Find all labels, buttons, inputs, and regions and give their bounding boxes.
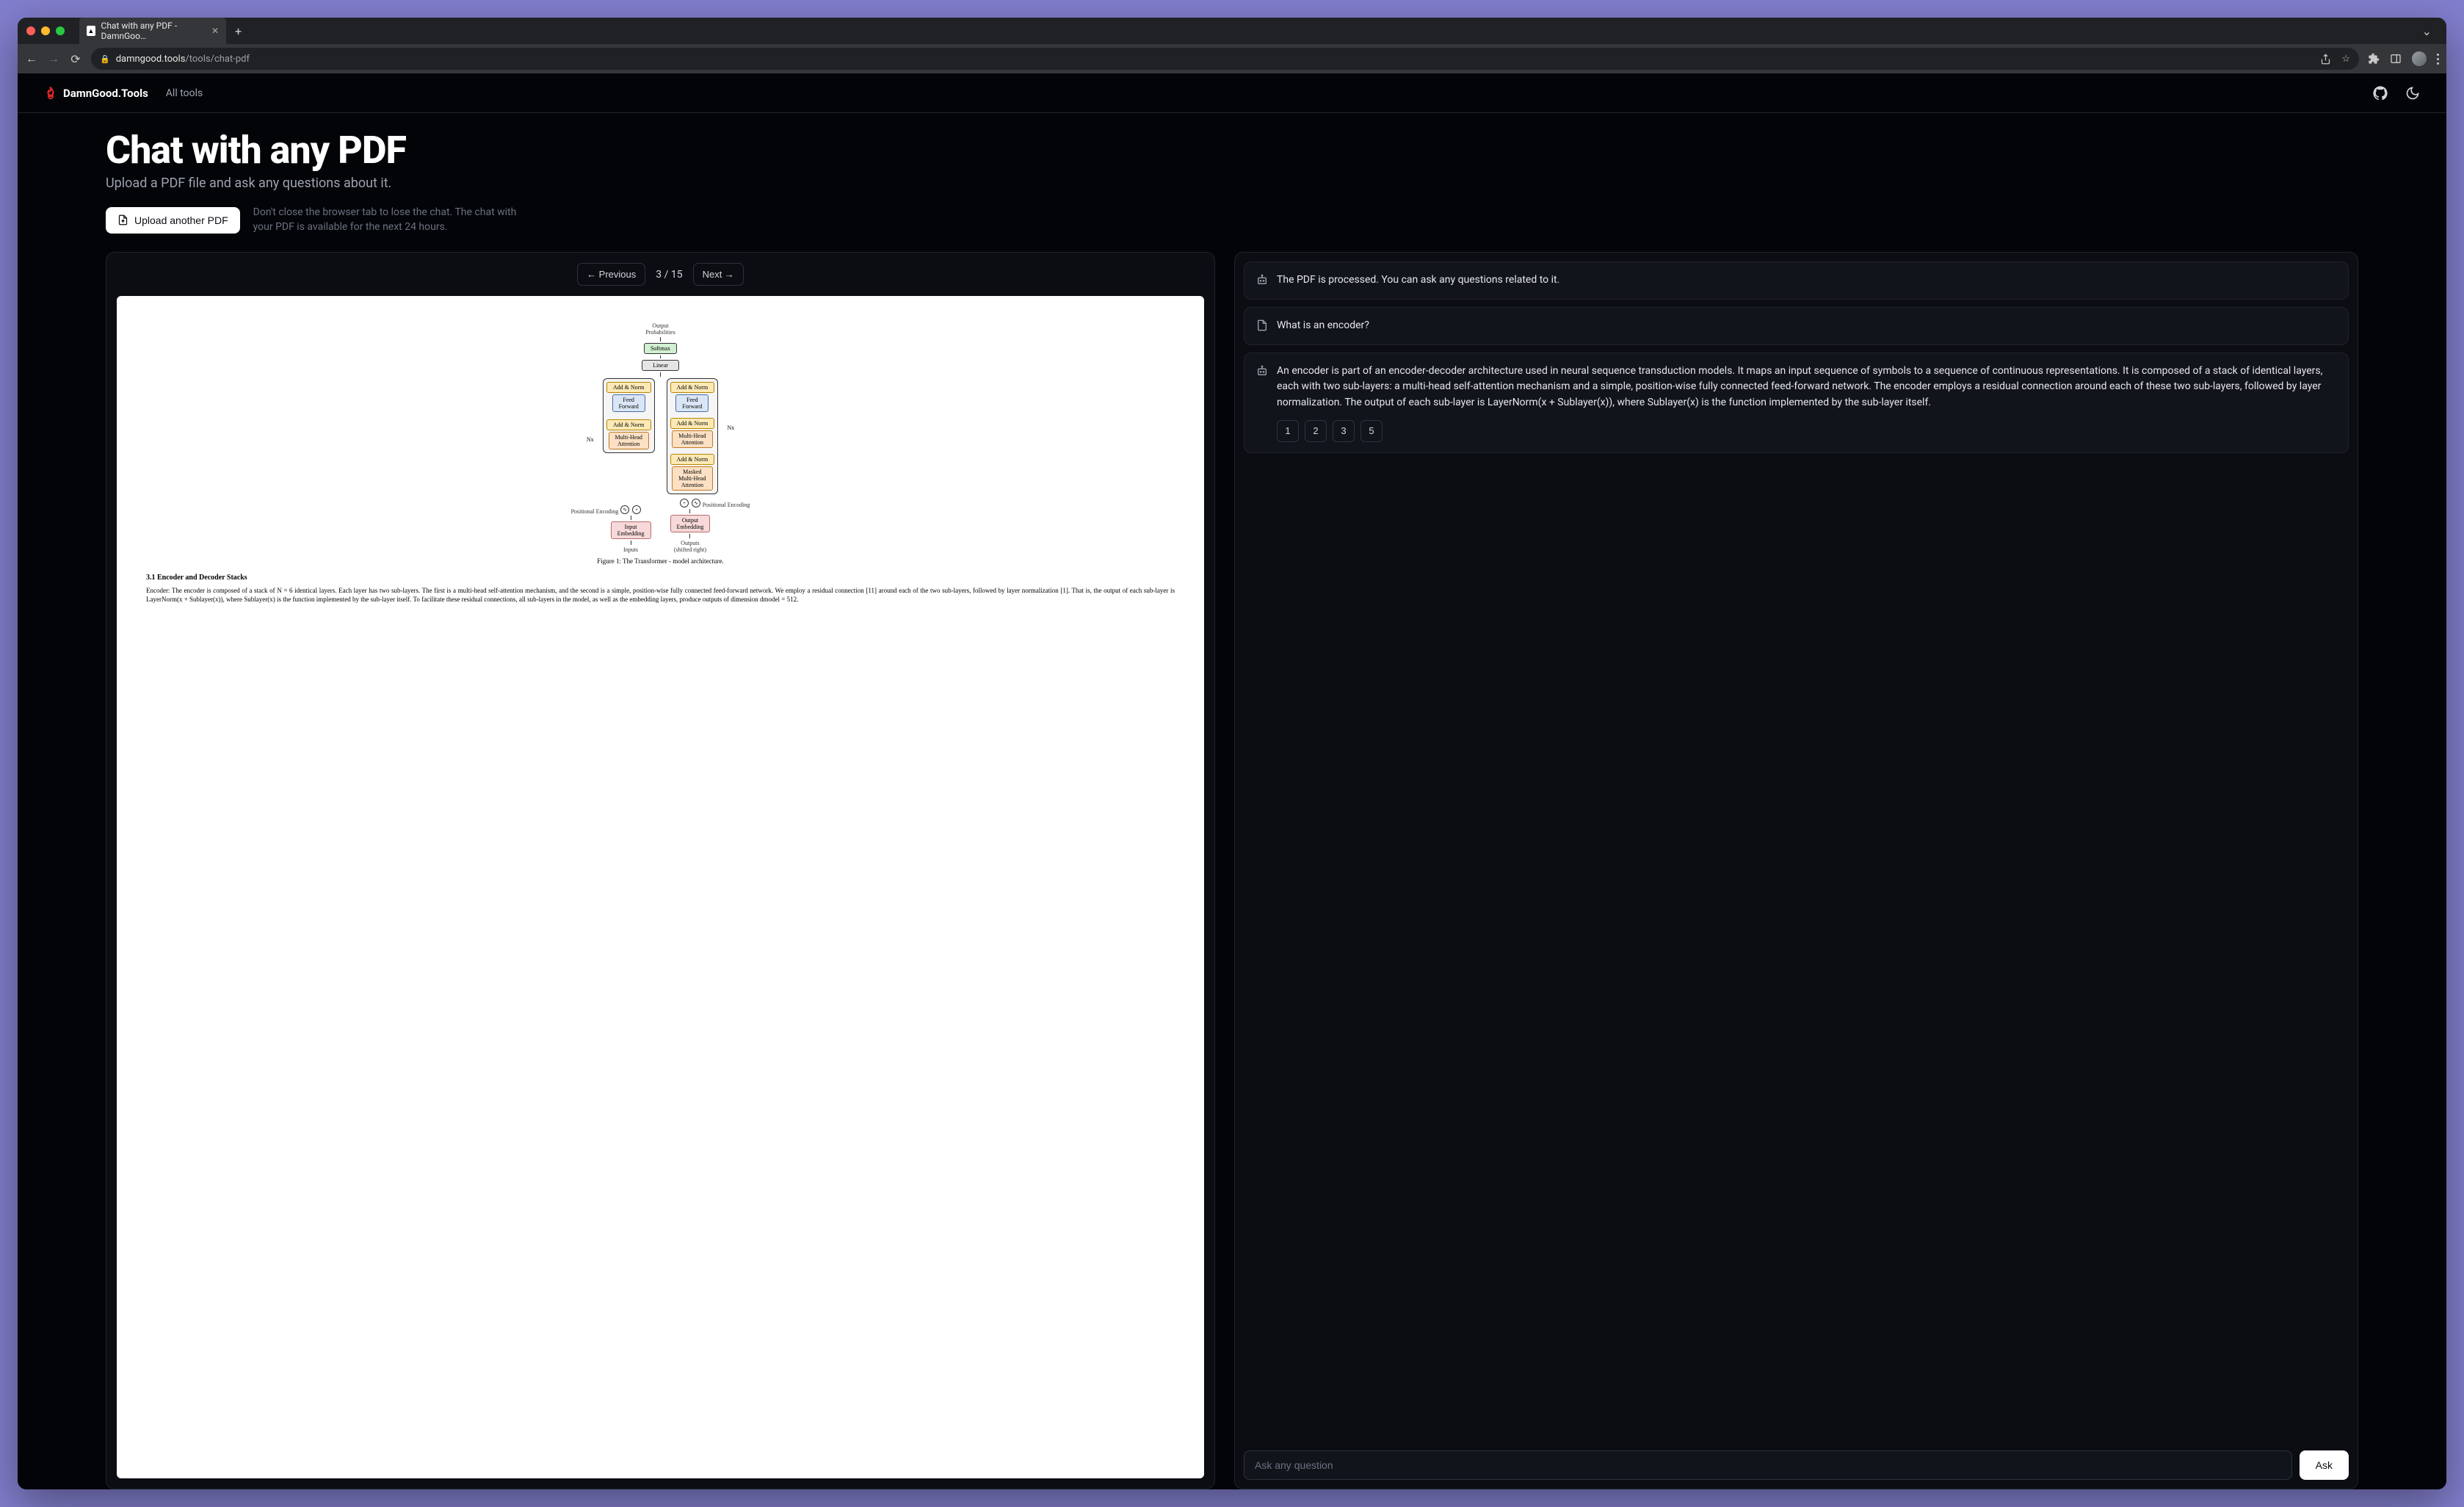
chat-input[interactable] — [1244, 1450, 2292, 1480]
bot-icon — [1256, 365, 1268, 377]
brand[interactable]: DamnGood.Tools — [44, 87, 148, 100]
extensions-icon[interactable] — [2368, 53, 2380, 65]
flame-icon — [44, 87, 57, 100]
prev-page-button[interactable]: ← Previous — [577, 263, 645, 286]
tabs-dropdown-icon[interactable]: ⌄ — [2416, 24, 2438, 38]
theme-toggle-icon[interactable] — [2405, 86, 2420, 101]
titlebar: ▲ Chat with any PDF - DamnGoo… ✕ + ⌄ — [18, 18, 2446, 44]
upload-button-label: Upload another PDF — [134, 214, 228, 226]
url-domain: damngood.tools — [116, 54, 186, 65]
section-title: 3.1 Encoder and Decoder Stacks — [146, 574, 1175, 582]
message-text: The PDF is processed. You can ask any qu… — [1277, 272, 2336, 289]
page-indicator: 3 / 15 — [656, 269, 682, 281]
user-message: What is an encoder? — [1244, 307, 2349, 345]
brand-text: DamnGood.Tools — [63, 87, 148, 100]
pdf-body-text: Encoder: The encoder is composed of a st… — [146, 586, 1175, 604]
diagram-linear: Linear — [642, 360, 679, 371]
transformer-diagram: Output Probabilities Softmax Linear Nx — [146, 322, 1175, 553]
nav-all-tools[interactable]: All tools — [166, 87, 203, 99]
chat-panel: The PDF is processed. You can ask any qu… — [1234, 252, 2358, 1489]
bot-message: An encoder is part of an encoder-decoder… — [1244, 353, 2349, 453]
pos-enc-circle: ∿ — [692, 499, 700, 507]
hero: Chat with any PDF Upload a PDF file and … — [106, 128, 2358, 191]
share-icon[interactable] — [2320, 54, 2331, 65]
page-subtitle: Upload a PDF file and ask any questions … — [106, 176, 2358, 191]
message-text: An encoder is part of an encoder-decoder… — [1277, 364, 2336, 411]
panels: ← Previous 3 / 15 Next → Output Probabil… — [106, 252, 2358, 1489]
diagram-nx-left: Nx — [587, 436, 594, 443]
diagram-output-emb: Output Embedding — [670, 515, 711, 532]
nav-reload-icon[interactable]: ⟳ — [69, 52, 82, 65]
chat-input-row: Ask — [1242, 1446, 2350, 1481]
citation-button[interactable]: 2 — [1305, 420, 1327, 442]
omnibox[interactable]: 🔒 damngood.tools/tools/chat-pdf ☆ — [91, 48, 2359, 70]
citation-button[interactable]: 5 — [1360, 420, 1383, 442]
nav-forward-icon[interactable]: → — [47, 52, 60, 65]
decoder-stack: Add & Norm Feed Forward Add & Norm Multi… — [667, 378, 719, 494]
window-close-icon[interactable] — [26, 26, 35, 35]
page-container: Chat with any PDF Upload a PDF file and … — [18, 113, 2446, 1489]
favicon-icon: ▲ — [87, 26, 95, 36]
browser-toolbar: ← → ⟳ 🔒 damngood.tools/tools/chat-pdf ☆ — [18, 44, 2446, 73]
url-path: /tools/chat-pdf — [185, 54, 250, 65]
tab-title: Chat with any PDF - DamnGoo… — [101, 21, 203, 41]
bot-icon — [1256, 274, 1268, 286]
upload-row: Upload another PDF Don't close the brows… — [106, 206, 2358, 234]
nav-back-icon[interactable]: ← — [25, 52, 38, 65]
ask-button[interactable]: Ask — [2300, 1450, 2349, 1480]
window-maximize-icon[interactable] — [56, 26, 65, 35]
chat-messages: The PDF is processed. You can ask any qu… — [1242, 260, 2350, 454]
profile-avatar[interactable] — [2412, 51, 2427, 66]
document-icon — [1256, 319, 1268, 331]
file-icon — [117, 214, 128, 225]
lock-icon: 🔒 — [100, 54, 110, 64]
citation-button[interactable]: 1 — [1277, 420, 1299, 442]
next-page-button[interactable]: Next → — [693, 263, 744, 286]
citations: 1235 — [1277, 420, 2336, 442]
browser-window: ▲ Chat with any PDF - DamnGoo… ✕ + ⌄ ← →… — [18, 18, 2446, 1489]
bot-message: The PDF is processed. You can ask any qu… — [1244, 261, 2349, 300]
diagram-softmax: Softmax — [644, 343, 677, 354]
panel-icon[interactable] — [2390, 53, 2402, 65]
tab-close-icon[interactable]: ✕ — [211, 26, 219, 36]
browser-tab[interactable]: ▲ Chat with any PDF - DamnGoo… ✕ — [79, 18, 226, 46]
new-tab-button[interactable]: + — [226, 24, 250, 38]
upload-hint: Don't close the browser tab to lose the … — [253, 206, 518, 234]
diagram-output-prob: Output Probabilities — [645, 322, 675, 336]
upload-another-button[interactable]: Upload another PDF — [106, 207, 240, 234]
window-minimize-icon[interactable] — [41, 26, 50, 35]
app-nav: DamnGood.Tools All tools — [18, 73, 2446, 113]
pdf-toolbar: ← Previous 3 / 15 Next → — [106, 253, 1214, 296]
diagram-input-emb: Input Embedding — [611, 521, 651, 539]
kebab-menu-icon[interactable] — [2437, 54, 2439, 65]
message-text: What is an encoder? — [1277, 318, 2336, 334]
github-icon[interactable] — [2373, 86, 2388, 101]
tabstrip: ▲ Chat with any PDF - DamnGoo… ✕ + — [79, 18, 2410, 46]
page-title: Chat with any PDF — [106, 128, 2358, 173]
traffic-lights — [26, 26, 65, 35]
pos-enc-circle: ∿ — [620, 505, 629, 514]
app-root: DamnGood.Tools All tools Chat with any P… — [18, 73, 2446, 1489]
encoder-stack: Add & Norm Feed Forward Add & Norm Multi… — [603, 378, 655, 453]
pdf-page[interactable]: Output Probabilities Softmax Linear Nx — [117, 296, 1204, 1478]
bookmark-star-icon[interactable]: ☆ — [2341, 54, 2350, 65]
citation-button[interactable]: 3 — [1333, 420, 1355, 442]
pdf-panel: ← Previous 3 / 15 Next → Output Probabil… — [106, 252, 1215, 1489]
diagram-nx-right: Nx — [727, 424, 734, 431]
figure-caption: Figure 1: The Transformer - model archit… — [146, 557, 1175, 565]
